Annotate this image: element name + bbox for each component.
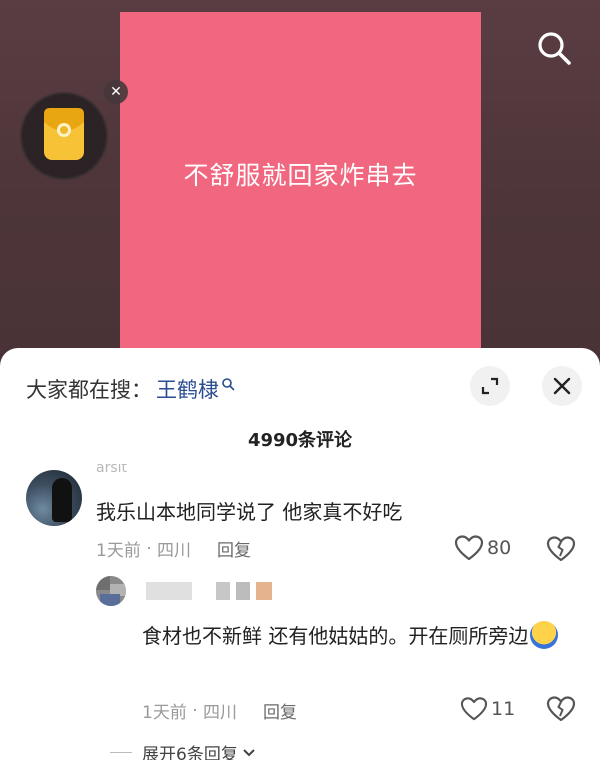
like-button[interactable]: 11 xyxy=(460,696,515,722)
dislike-button[interactable] xyxy=(546,534,576,564)
like-button[interactable]: 80 xyxy=(454,534,511,562)
expand-replies-label: 展开6条回复 xyxy=(142,745,238,760)
video-caption: 不舒服就回家炸串去 xyxy=(183,161,418,190)
expand-icon xyxy=(481,377,499,395)
comment-meta: 1天前 · 四川 回复 xyxy=(96,536,251,562)
avatar[interactable] xyxy=(26,470,82,526)
reply-button[interactable]: 回复 xyxy=(217,536,251,561)
search-icon xyxy=(222,378,235,391)
broken-heart-icon xyxy=(546,696,576,722)
comment-location: 四川 xyxy=(157,541,192,561)
reply-time: 1天前 xyxy=(142,703,187,723)
expand-replies-button[interactable]: 展开6条回复 xyxy=(110,740,256,760)
comment-count: 4990条评论 xyxy=(247,430,353,451)
heart-icon xyxy=(454,535,484,561)
emoji-icon xyxy=(530,620,559,649)
reply-location: 四川 xyxy=(203,703,238,723)
dislike-button[interactable] xyxy=(546,694,576,724)
avatar[interactable] xyxy=(96,576,126,606)
like-count: 11 xyxy=(491,698,516,720)
video-frame[interactable]: 不舒服就回家炸串去 xyxy=(120,12,481,360)
video-area[interactable]: 不舒服就回家炸串去 ✕ xyxy=(0,0,600,360)
close-icon xyxy=(553,377,571,395)
reply-meta: 1天前 · 四川 回复 xyxy=(142,698,297,724)
red-packet-icon xyxy=(44,108,84,160)
divider xyxy=(110,752,132,753)
reply-username-blurred[interactable] xyxy=(146,580,272,602)
comment-time: 1天前 xyxy=(96,541,141,561)
comment-sheet: 大家都在搜： 王鹤棣 4990条评论 arsit 我乐山本地同学说了 他家真不好… xyxy=(0,348,600,760)
heart-icon xyxy=(460,697,488,721)
like-count: 80 xyxy=(487,537,512,559)
broken-heart-icon xyxy=(546,536,576,562)
trending-search-link[interactable]: 大家都在搜： 王鹤棣 xyxy=(26,374,235,404)
reply-button[interactable]: 回复 xyxy=(263,698,297,723)
reply-text-content: 食材也不新鲜 还有他姑姑的。开在厕所旁边 xyxy=(142,624,529,648)
red-packet-close-button[interactable]: ✕ xyxy=(104,80,128,104)
red-packet-widget[interactable] xyxy=(20,92,108,180)
reply-text[interactable]: 食材也不新鲜 还有他姑姑的。开在厕所旁边 xyxy=(142,618,582,654)
expand-button[interactable] xyxy=(470,366,510,406)
chevron-down-icon xyxy=(243,748,255,756)
search-icon[interactable] xyxy=(534,28,574,68)
comment-username[interactable]: arsit xyxy=(96,464,127,476)
close-icon: ✕ xyxy=(110,84,122,100)
close-button[interactable] xyxy=(542,366,582,406)
trending-prefix: 大家都在搜： xyxy=(26,378,152,402)
comment-text[interactable]: 我乐山本地同学说了 他家真不好吃 xyxy=(96,496,402,525)
trending-term[interactable]: 王鹤棣 xyxy=(156,374,219,404)
